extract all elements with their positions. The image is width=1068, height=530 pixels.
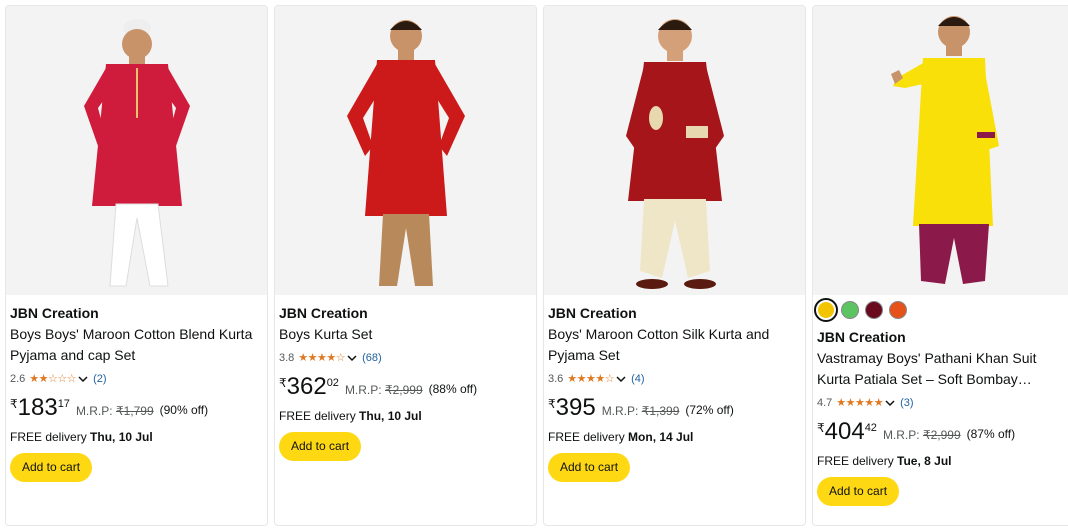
delivery-date: Thu, 10 Jul <box>359 409 422 423</box>
title-line-1[interactable]: Boys Boys' Maroon Cotton Blend Kurta <box>10 324 266 345</box>
color-swatch-maroon[interactable] <box>865 301 883 319</box>
mrp-value: ₹1,399 <box>641 404 680 418</box>
review-count-link[interactable]: (4) <box>631 371 644 387</box>
chevron-down-icon[interactable] <box>885 398 895 408</box>
title-line-1[interactable]: Vastramay Boys' Pathani Khan Suit <box>817 348 1068 369</box>
price-row: ₹ 395 M.R.P: ₹1,399 (72% off) <box>548 395 804 423</box>
color-swatch-yellow[interactable] <box>814 298 838 322</box>
review-count-link[interactable]: (3) <box>900 395 913 411</box>
product-image[interactable] <box>813 6 1068 295</box>
delivery-date: Tue, 8 Jul <box>897 454 952 468</box>
chevron-down-icon[interactable] <box>347 353 357 363</box>
title-line-2[interactable]: Pyjama and cap Set <box>10 345 266 366</box>
price-row: ₹ 404 42 M.R.P: ₹2,999 (87% off) <box>817 419 1068 447</box>
product-title[interactable]: Boys' Maroon Cotton Silk Kurta and Pyjam… <box>548 324 804 366</box>
title-line-1[interactable]: Boys Kurta Set <box>279 324 535 345</box>
product-image[interactable] <box>6 6 267 295</box>
review-count-link[interactable]: (68) <box>362 350 382 366</box>
color-swatch-orange[interactable] <box>889 301 907 319</box>
rating-row: 2.6 ★★☆☆☆ (2) <box>10 371 266 387</box>
delivery-date: Thu, 10 Jul <box>90 430 153 444</box>
price-whole: 362 <box>286 373 327 400</box>
currency-symbol: ₹ <box>279 376 287 390</box>
star-rating-icon[interactable]: ★★★★★ <box>836 395 883 411</box>
mrp-label: M.R.P: <box>344 383 382 397</box>
product-image[interactable] <box>275 6 536 295</box>
rating-score: 4.7 <box>817 397 833 409</box>
price-row: ₹ 362 02 M.R.P: ₹2,999 (88% off) <box>279 374 535 402</box>
title-line-1[interactable]: Boys' Maroon Cotton Silk Kurta and <box>548 324 804 345</box>
mrp-value: ₹2,999 <box>922 428 961 442</box>
rating-row: 4.7 ★★★★★ (3) <box>817 395 1068 411</box>
chevron-down-icon[interactable] <box>616 374 626 384</box>
mrp-label: M.R.P: <box>75 404 113 418</box>
delivery-label: FREE delivery <box>548 430 625 444</box>
price-fraction: 42 <box>864 422 877 434</box>
mrp-label: M.R.P: <box>882 428 920 442</box>
product-image[interactable] <box>544 6 805 295</box>
delivery-label: FREE delivery <box>817 454 894 468</box>
discount: (88% off) <box>428 382 478 396</box>
discount: (87% off) <box>966 427 1016 441</box>
currency-symbol: ₹ <box>10 397 18 411</box>
star-rating-icon[interactable]: ★★★★☆ <box>567 371 614 387</box>
star-rating-icon[interactable]: ★★★★☆ <box>298 350 345 366</box>
price-fraction: 02 <box>326 377 339 389</box>
discount: (90% off) <box>159 403 209 417</box>
price-whole: 395 <box>555 394 596 421</box>
delivery-info: FREE delivery Thu, 10 Jul <box>10 429 266 445</box>
delivery-label: FREE delivery <box>10 430 87 444</box>
rating-score: 3.8 <box>279 352 295 364</box>
price-whole: 404 <box>824 418 865 445</box>
rating-score: 3.6 <box>548 373 564 385</box>
color-swatch-green[interactable] <box>841 301 859 319</box>
rating-row: 3.8 ★★★★☆ (68) <box>279 350 535 366</box>
add-to-cart-button[interactable]: Add to cart <box>279 432 362 461</box>
mrp-value: ₹2,999 <box>384 383 423 397</box>
rating-score: 2.6 <box>10 373 26 385</box>
chevron-down-icon[interactable] <box>78 374 88 384</box>
brand-name: JBN Creation <box>10 305 99 321</box>
add-to-cart-button[interactable]: Add to cart <box>817 477 900 506</box>
mrp: M.R.P: ₹1,799 <box>76 404 154 418</box>
delivery-info: FREE delivery Mon, 14 Jul <box>548 429 804 445</box>
product-card[interactable]: JBN Creation Boys Kurta Set 3.8 ★★★★☆ (6… <box>274 5 537 526</box>
title-line-2[interactable]: Kurta Patiala Set – Soft Bombay… <box>817 369 1068 390</box>
price-row: ₹ 183 17 M.R.P: ₹1,799 (90% off) <box>10 395 266 423</box>
delivery-info: FREE delivery Thu, 10 Jul <box>279 408 535 424</box>
add-to-cart-button[interactable]: Add to cart <box>10 453 93 482</box>
price-fraction: 17 <box>57 398 70 410</box>
currency-symbol: ₹ <box>817 421 825 435</box>
brand-name: JBN Creation <box>279 305 368 321</box>
discount: (72% off) <box>685 403 734 417</box>
mrp-value: ₹1,799 <box>115 404 154 418</box>
mrp-label: M.R.P: <box>601 404 639 418</box>
product-card[interactable]: JBN Creation Boys Boys' Maroon Cotton Bl… <box>5 5 268 526</box>
color-swatches <box>814 298 1068 322</box>
star-rating-icon[interactable]: ★★☆☆☆ <box>29 371 76 387</box>
delivery-date: Mon, 14 Jul <box>628 430 694 444</box>
price-whole: 183 <box>17 394 58 421</box>
mrp: M.R.P: ₹2,999 <box>345 383 423 397</box>
review-count-link[interactable]: (2) <box>93 371 106 387</box>
brand-name: JBN Creation <box>548 305 637 321</box>
delivery-info: FREE delivery Tue, 8 Jul <box>817 453 1068 469</box>
mrp: M.R.P: ₹2,999 <box>883 428 961 442</box>
rating-row: 3.6 ★★★★☆ (4) <box>548 371 804 387</box>
product-title[interactable]: Boys Boys' Maroon Cotton Blend Kurta Pyj… <box>10 324 266 366</box>
product-title[interactable]: Vastramay Boys' Pathani Khan Suit Kurta … <box>817 348 1068 390</box>
add-to-cart-button[interactable]: Add to cart <box>548 453 631 482</box>
mrp: M.R.P: ₹1,399 <box>602 404 680 418</box>
product-card[interactable]: JBN Creation Boys' Maroon Cotton Silk Ku… <box>543 5 806 526</box>
currency-symbol: ₹ <box>548 397 556 411</box>
product-title[interactable]: Boys Kurta Set <box>279 324 535 345</box>
title-line-2[interactable]: Pyjama Set <box>548 345 804 366</box>
delivery-label: FREE delivery <box>279 409 356 423</box>
product-card[interactable]: JBN Creation Vastramay Boys' Pathani Kha… <box>812 5 1068 526</box>
brand-name: JBN Creation <box>817 329 906 345</box>
